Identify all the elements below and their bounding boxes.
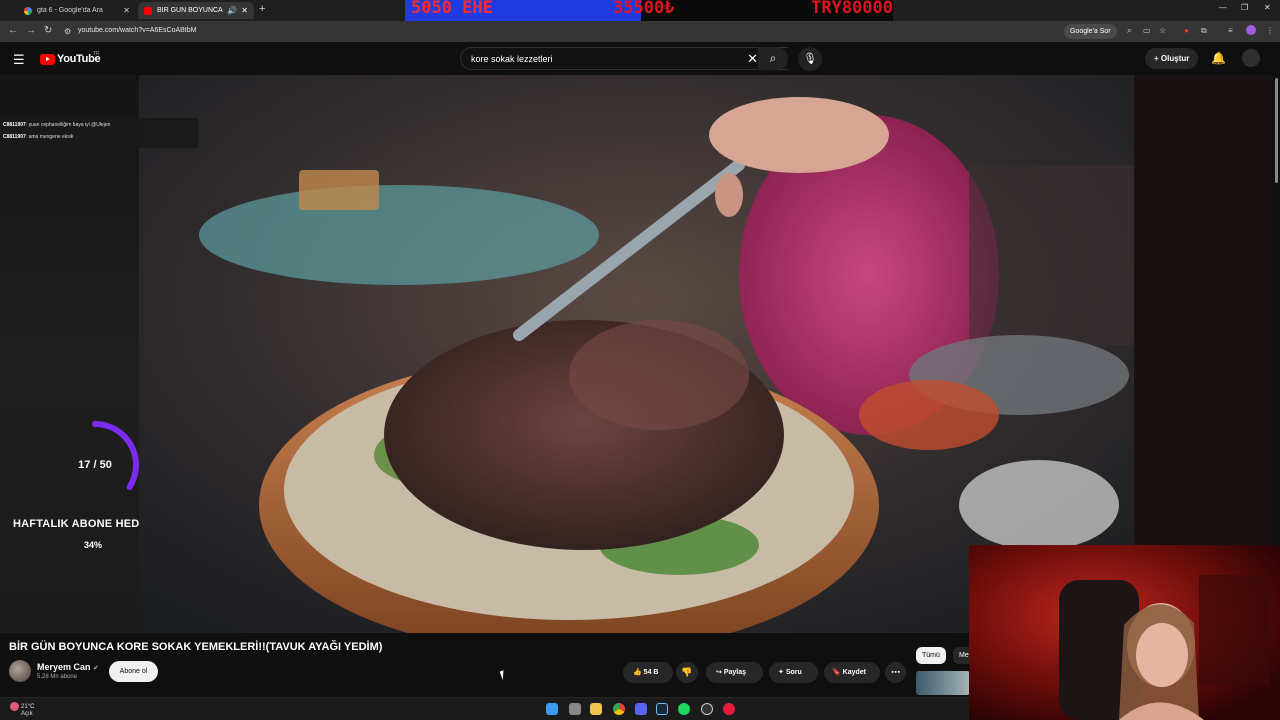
profile-avatar[interactable]: [1246, 25, 1256, 35]
steam-icon[interactable]: [656, 703, 668, 715]
youtube-header: ☰ YouTube TR kore sokak lezzetleri ✕ ⌕ 🎙…: [0, 42, 1280, 75]
clear-search-icon[interactable]: ✕: [747, 51, 758, 67]
chat-message: C8811907: şuan cephanelliğim baya iyi @U…: [3, 122, 111, 128]
chrome-icon[interactable]: [613, 703, 625, 715]
back-icon[interactable]: ←: [8, 25, 18, 36]
save-button[interactable]: 🔖 Kaydet: [824, 662, 880, 683]
reload-icon[interactable]: ↻: [44, 25, 52, 36]
mouse-cursor: [499, 668, 511, 681]
share-button[interactable]: ↪ Paylaş: [706, 662, 763, 683]
subscribe-button[interactable]: Abone ol: [109, 661, 158, 682]
google-icon: [24, 6, 32, 15]
weather-widget[interactable]: 21°C Açık: [10, 702, 34, 718]
search-box[interactable]: kore sokak lezzetleri ✕: [460, 47, 788, 70]
extension-red-icon[interactable]: ●: [1184, 26, 1189, 35]
sub-goal-title: HAFTALIK ABONE HEDEFI: [13, 518, 158, 530]
ask-label: Soru: [785, 669, 802, 676]
discord-icon[interactable]: [635, 703, 647, 715]
thumbs-down-icon: 👎: [681, 667, 693, 677]
verified-icon: ✔: [93, 665, 99, 672]
windows-start-icon[interactable]: [546, 703, 558, 715]
thumbs-up-icon: 👍: [633, 669, 642, 676]
youtube-play-icon: [40, 53, 55, 65]
create-label: Oluştur: [1160, 54, 1190, 63]
weather-status: Açık: [21, 711, 33, 718]
bookmark-icon: 🔖: [832, 669, 841, 676]
hamburger-menu-icon[interactable]: ☰: [13, 52, 25, 68]
more-actions-button[interactable]: ⋯: [885, 662, 906, 683]
weather-icon: [10, 702, 19, 711]
webcam-scene: [969, 545, 1280, 720]
obs-icon[interactable]: [701, 703, 713, 715]
minimize-button[interactable]: —: [1219, 3, 1227, 12]
share-icon: ↪: [716, 669, 722, 676]
close-window-button[interactable]: ✕: [1264, 3, 1271, 12]
site-info-icon[interactable]: ⚙: [64, 27, 71, 36]
tab-title: BİR GÜN BOYUNCA KORE: [157, 7, 223, 14]
chip-all[interactable]: Tümü: [916, 647, 946, 664]
recommended-thumbnail[interactable]: [916, 671, 970, 695]
dislike-button[interactable]: 👎: [676, 662, 698, 683]
close-tab-icon[interactable]: ✕: [241, 6, 248, 15]
google-sor-button[interactable]: Google'a Sor: [1064, 24, 1117, 39]
speaker-icon[interactable]: 🔊: [227, 6, 237, 15]
microphone-icon[interactable]: 🎙: [798, 47, 822, 71]
opera-icon[interactable]: [723, 703, 735, 715]
tab-title: gta 6 - Google'da Ara: [37, 7, 103, 14]
video-title: BİR GÜN BOYUNCA KORE SOKAK YEMEKLERİ!!(T…: [9, 641, 383, 653]
forward-icon[interactable]: →: [26, 25, 36, 36]
star-icon[interactable]: ☆: [1159, 26, 1166, 35]
chat-text: şuan cephanelliğim baya iyi @Ulejen: [28, 122, 111, 128]
ask-button[interactable]: ✦ Soru: [769, 662, 818, 683]
like-count: 54 B: [643, 669, 659, 676]
country-code: TR: [93, 51, 100, 57]
search-icon[interactable]: ⌕: [758, 47, 788, 70]
zoom-icon[interactable]: ⌕: [1127, 26, 1131, 36]
media-icon[interactable]: ≡: [1228, 26, 1233, 35]
address-bar[interactable]: youtube.com/watch?v=A6EsCoABtbM: [78, 27, 196, 34]
stream-left-panel: [0, 75, 139, 633]
like-button[interactable]: 👍 54 B: [623, 662, 673, 683]
chat-username: C8811907: [3, 122, 26, 128]
youtube-icon: [144, 6, 152, 15]
puzzle-icon[interactable]: ⧉: [1201, 26, 1207, 36]
tab-youtube-video[interactable]: BİR GÜN BOYUNCA KORE 🔊 ✕: [138, 2, 254, 19]
tab-google-search[interactable]: gta 6 - Google'da Ara ✕: [18, 2, 136, 19]
subscriber-count: 5,28 Mn abone: [37, 674, 78, 680]
cast-icon[interactable]: ▭: [1143, 26, 1151, 35]
chat-message: C8811907: ama mengene eksik: [3, 134, 74, 140]
address-toolbar: ← → ↻ ⚙ youtube.com/watch?v=A6EsCoABtbM …: [0, 21, 1280, 42]
file-explorer-icon[interactable]: [590, 703, 602, 715]
more-icon: ⋯: [891, 667, 900, 677]
youtube-logo[interactable]: YouTube: [40, 53, 101, 65]
close-tab-icon[interactable]: ✕: [123, 6, 130, 15]
scrollbar-thumb[interactable]: [1275, 78, 1278, 183]
sub-goal-percent: 34%: [84, 540, 103, 550]
right-sidebar-area: [1134, 75, 1272, 545]
channel-avatar[interactable]: [9, 660, 31, 682]
spotify-icon[interactable]: [678, 703, 690, 715]
sub-goal-count: 17 / 50: [78, 459, 112, 471]
temperature: 21°C: [21, 704, 35, 711]
search-input[interactable]: kore sokak lezzetleri: [471, 54, 553, 64]
menu-icon[interactable]: ⋮: [1266, 26, 1274, 35]
restore-button[interactable]: ❐: [1241, 3, 1248, 12]
stream-chat: C8811907: şuan cephanelliğim baya iyi @U…: [0, 118, 198, 148]
share-label: Paylaş: [723, 669, 747, 676]
chat-username: C8811907: [3, 134, 26, 140]
avatar[interactable]: [1242, 49, 1260, 67]
channel-name[interactable]: Meryem Can ✔: [37, 662, 99, 672]
create-button[interactable]: + Oluştur: [1145, 48, 1199, 69]
chat-text: ama mengene eksik: [28, 134, 74, 140]
windows-taskbar: 21°C Açık: [0, 697, 969, 720]
save-label: Kaydet: [842, 669, 867, 676]
task-view-icon[interactable]: [569, 703, 581, 715]
notifications-bell-icon[interactable]: 🔔: [1211, 51, 1226, 65]
sparkle-icon: ✦: [778, 669, 784, 676]
streamer-webcam: [969, 545, 1280, 720]
new-tab-button[interactable]: +: [259, 3, 265, 15]
